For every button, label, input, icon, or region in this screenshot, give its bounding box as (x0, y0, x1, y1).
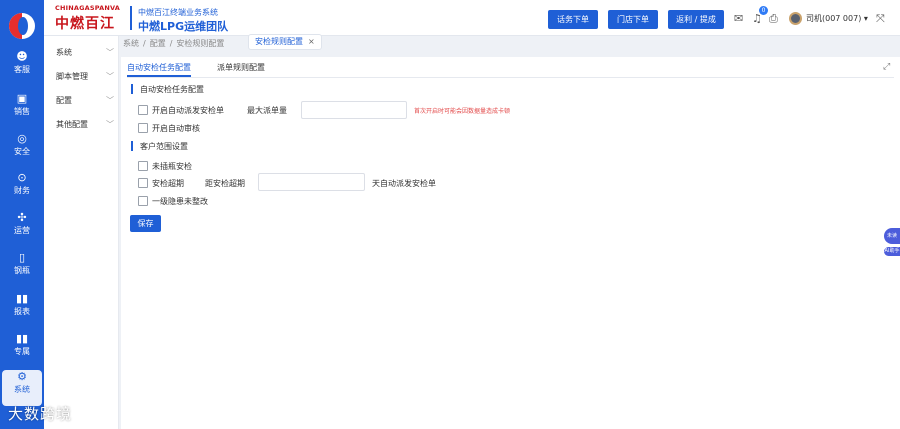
operations-icon: ✣ (17, 211, 27, 224)
save-button[interactable]: 保存 (130, 215, 161, 232)
unbound-label: 未插瓶安检 (152, 162, 192, 171)
rail-item-special[interactable]: ▮▮ 专属 (2, 332, 42, 368)
rail-label: 运营 (14, 226, 30, 235)
rail-label: 系统 (14, 385, 30, 394)
app-logo-icon (9, 13, 35, 39)
chevron-down-icon: ﹀ (106, 72, 114, 81)
hazard-label: 一级隐患未整改 (152, 197, 208, 206)
rail-item-security[interactable]: ◎ 安全 (2, 132, 42, 168)
floating-chat-tab[interactable]: 未读 (884, 228, 900, 244)
printer-icon[interactable]: ⎙ (769, 12, 778, 26)
rail-item-system[interactable]: ⚙ 系统 (2, 370, 42, 406)
secondary-menu: 系统 ﹀ 脚本管理 ﹀ 配置 ﹀ 其他配置 ﹀ (44, 36, 119, 429)
ai-assistant-tab[interactable]: AI助手 (884, 247, 900, 256)
menu-item-config[interactable]: 配置 (56, 95, 72, 106)
security-icon: ◎ (17, 132, 27, 145)
tab-dispatch-rules[interactable]: 派单规则配置 (217, 62, 265, 73)
rail-label: 专属 (14, 347, 30, 356)
performance-hint: 首次开启时可能会因数据量造成卡顿 (414, 108, 511, 115)
system-name: 中燃百江终端业务系统 (138, 8, 218, 17)
breadcrumb-item[interactable]: 系统 (123, 39, 139, 48)
breadcrumb-sep: / (143, 39, 146, 48)
rail-item-customer[interactable]: ☻ 客服 (2, 50, 42, 86)
max-dispatch-label: 最大派单量 (247, 106, 287, 115)
avatar[interactable] (789, 12, 802, 25)
distance-label: 距安检超期 (205, 179, 245, 188)
auto-review-label: 开启自动审核 (152, 124, 200, 133)
chevron-down-icon: ﹀ (106, 48, 114, 57)
chevron-down-icon: ﹀ (106, 120, 114, 129)
brand-english: CHINAGASPANVA (55, 4, 121, 12)
brand-divider (130, 6, 132, 30)
max-dispatch-input[interactable] (301, 101, 407, 119)
breadcrumb-item[interactable]: 配置 (150, 39, 166, 48)
report-icon: ▮▮ (15, 292, 29, 305)
store-order-button[interactable]: 门店下单 (608, 10, 658, 29)
rail-label: 财务 (14, 186, 30, 195)
rail-item-finance[interactable]: ⊙ 财务 (2, 171, 42, 207)
rail-item-sales[interactable]: ▣ 销售 (2, 92, 42, 128)
unbound-checkbox[interactable] (138, 161, 148, 171)
expand-icon[interactable]: ⤢ (883, 62, 890, 72)
rail-label: 钢瓶 (14, 266, 30, 275)
page-tab-security-rules[interactable]: 安检规则配置 × (248, 34, 322, 50)
tab-auto-security-task[interactable]: 自动安检任务配置 (127, 62, 191, 77)
user-name: 司机(007 007) (806, 14, 862, 23)
auto-dispatch-label: 开启自动派发安检单 (152, 106, 224, 115)
customer-icon: ☻ (16, 50, 28, 63)
distance-days-input[interactable] (258, 173, 365, 191)
watermark: 大数跨境 (8, 405, 73, 423)
hazard-checkbox[interactable] (138, 196, 148, 206)
content-card: 自动安检任务配置 派单规则配置 ⤢ 自动安检任务配置 开启自动派发安检单 最大派… (121, 57, 900, 429)
auto-dispatch-checkbox[interactable] (138, 105, 148, 115)
rail-label: 报表 (14, 307, 30, 316)
user-menu[interactable]: 司机(007 007) ▾ (806, 13, 868, 24)
rail-item-operations[interactable]: ✣ 运营 (2, 211, 42, 247)
page-tab-label: 安检规则配置 (255, 37, 303, 46)
close-icon[interactable]: × (308, 37, 315, 46)
left-nav-rail: ☻ 客服 ▣ 销售 ◎ 安全 ⊙ 财务 ✣ 运营 ▯ 钢瓶 ▮▮ 报表 ▮▮ 专… (0, 0, 44, 429)
auto-review-checkbox[interactable] (138, 123, 148, 133)
overdue-label: 安检超期 (152, 179, 184, 188)
fullscreen-icon[interactable]: ⤧ (876, 12, 885, 26)
menu-item-script[interactable]: 脚本管理 (56, 71, 88, 82)
menu-item-other-config[interactable]: 其他配置 (56, 119, 88, 130)
rail-item-report[interactable]: ▮▮ 报表 (2, 292, 42, 328)
chevron-down-icon: ﹀ (106, 96, 114, 105)
rebate-commission-button[interactable]: 返利 / 提成 (668, 10, 724, 29)
rail-label: 安全 (14, 147, 30, 156)
cylinder-icon: ▯ (18, 251, 26, 264)
special-icon: ▮▮ (15, 332, 29, 345)
mail-icon[interactable]: ✉ (734, 12, 743, 26)
notification-badge: 0 (759, 6, 768, 15)
tabs-divider (127, 77, 894, 78)
section-title-auto-task: 自动安检任务配置 (131, 84, 204, 95)
breadcrumb-sep: / (169, 39, 173, 48)
sales-icon: ▣ (16, 92, 28, 105)
rail-label: 销售 (14, 107, 30, 116)
top-header: CHINAGASPANVA 中燃百江 中燃百江终端业务系统 中燃LPG运维团队 … (44, 0, 900, 36)
brand-chinese: 中燃百江 (55, 16, 115, 32)
breadcrumb-item: 安检规则配置 (176, 39, 225, 48)
section-title-customer-scope: 客户范围设置 (131, 141, 188, 152)
overdue-checkbox[interactable] (138, 178, 148, 188)
rail-label: 客服 (14, 65, 30, 74)
breadcrumb: 系统 / 配置 / 安检规则配置 (123, 38, 228, 49)
system-icon: ⚙ (17, 370, 27, 383)
rail-item-cylinder[interactable]: ▯ 钢瓶 (2, 251, 42, 287)
distance-suffix: 天自动派发安检单 (372, 179, 436, 188)
team-name: 中燃LPG运维团队 (138, 20, 229, 33)
menu-item-system[interactable]: 系统 (56, 47, 72, 58)
phone-order-button[interactable]: 话务下单 (548, 10, 598, 29)
finance-icon: ⊙ (17, 171, 27, 184)
